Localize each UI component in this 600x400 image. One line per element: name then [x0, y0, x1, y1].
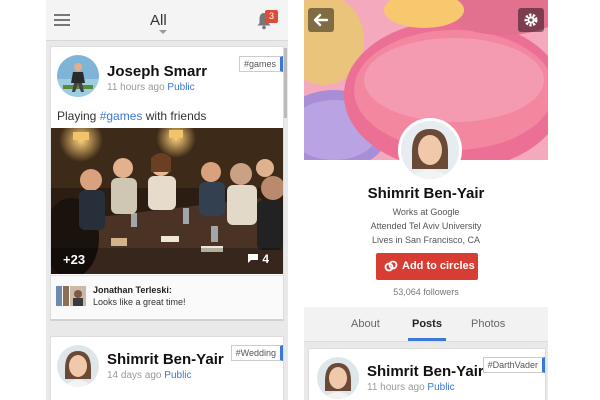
avatar[interactable]	[57, 345, 99, 387]
menu-icon[interactable]	[54, 14, 70, 26]
post-time: 11 hours ago	[107, 82, 165, 93]
comment-count-value: 4	[262, 252, 269, 266]
post-card[interactable]: Shimrit Ben-Yair 11 hours ago Public #Da…	[308, 348, 546, 400]
settings-button[interactable]	[518, 8, 544, 32]
comment-icon	[248, 254, 259, 263]
comment-count[interactable]: 4	[247, 252, 269, 266]
tab-about[interactable]: About	[351, 318, 380, 330]
post-author[interactable]: Shimrit Ben-Yair	[367, 363, 484, 380]
post-card[interactable]: Shimrit Ben-Yair 14 days ago Public #Wed…	[50, 336, 284, 400]
hashtag-chip[interactable]: #DarthVader	[482, 357, 545, 373]
back-arrow-icon	[313, 13, 329, 27]
visibility-label: Public	[164, 370, 192, 381]
back-button[interactable]	[308, 8, 334, 32]
commenter-avatars	[56, 286, 86, 306]
post-text: Playing #games with friends	[57, 109, 206, 123]
post-time: 11 hours ago	[367, 382, 425, 393]
post-meta: 11 hours ago Public	[107, 82, 195, 93]
avatar[interactable]	[317, 357, 359, 399]
add-to-circles-button[interactable]: Add to circles	[376, 253, 478, 280]
stream-filter-dropdown[interactable]: All	[150, 12, 167, 29]
tab-posts[interactable]: Posts	[412, 318, 442, 330]
post-text-suffix: with friends	[142, 109, 207, 123]
hashtag-chip[interactable]: #games	[238, 56, 283, 72]
notification-badge[interactable]: 3	[265, 10, 278, 23]
active-tab-indicator	[408, 338, 446, 341]
post-time: 14 days ago	[107, 370, 162, 381]
chevron-down-icon	[159, 30, 167, 34]
profile-name: Shimrit Ben-Yair	[367, 185, 485, 202]
post-author[interactable]: Shimrit Ben-Yair	[107, 351, 224, 368]
comment-text: Looks like a great time!	[93, 297, 186, 307]
scrollbar[interactable]	[284, 48, 287, 118]
profile-screen: Shimrit Ben-Yair Works at Google Attende…	[304, 0, 548, 400]
post-card[interactable]: Joseph Smarr 11 hours ago Public #games …	[50, 46, 284, 321]
stream-screen: All 3 Joseph Smarr 11 hours ago Public #…	[46, 0, 288, 400]
post-text-prefix: Playing	[57, 109, 100, 123]
top-bar: All 3	[46, 0, 288, 41]
comment-preview[interactable]: Jonathan Terleski: Looks like a great ti…	[51, 275, 283, 318]
add-to-circles-label: Add to circles	[402, 260, 475, 272]
followers-count: 53,064 followers	[393, 287, 459, 297]
profile-work: Works at Google	[392, 207, 460, 217]
tab-photos[interactable]: Photos	[471, 318, 505, 330]
post-meta: 11 hours ago Public	[367, 382, 455, 393]
visibility-label: Public	[167, 82, 195, 93]
comment-author[interactable]: Jonathan Terleski:	[93, 285, 172, 295]
circles-icon	[384, 260, 398, 272]
hashtag-link[interactable]: #games	[100, 109, 143, 123]
post-author[interactable]: Joseph Smarr	[107, 63, 207, 80]
plus-one-count[interactable]: +23	[63, 252, 85, 267]
post-meta: 14 days ago Public	[107, 370, 192, 381]
profile-location: Lives in San Francisco, CA	[371, 235, 481, 245]
profile-tabs: About Posts Photos	[304, 307, 548, 342]
gear-icon	[524, 13, 538, 27]
visibility-label: Public	[427, 382, 455, 393]
hashtag-chip[interactable]: #Wedding	[230, 345, 283, 361]
avatar[interactable]	[57, 55, 99, 97]
profile-education: Attended Tel Aviv University	[370, 221, 482, 231]
profile-avatar[interactable]	[398, 118, 462, 182]
